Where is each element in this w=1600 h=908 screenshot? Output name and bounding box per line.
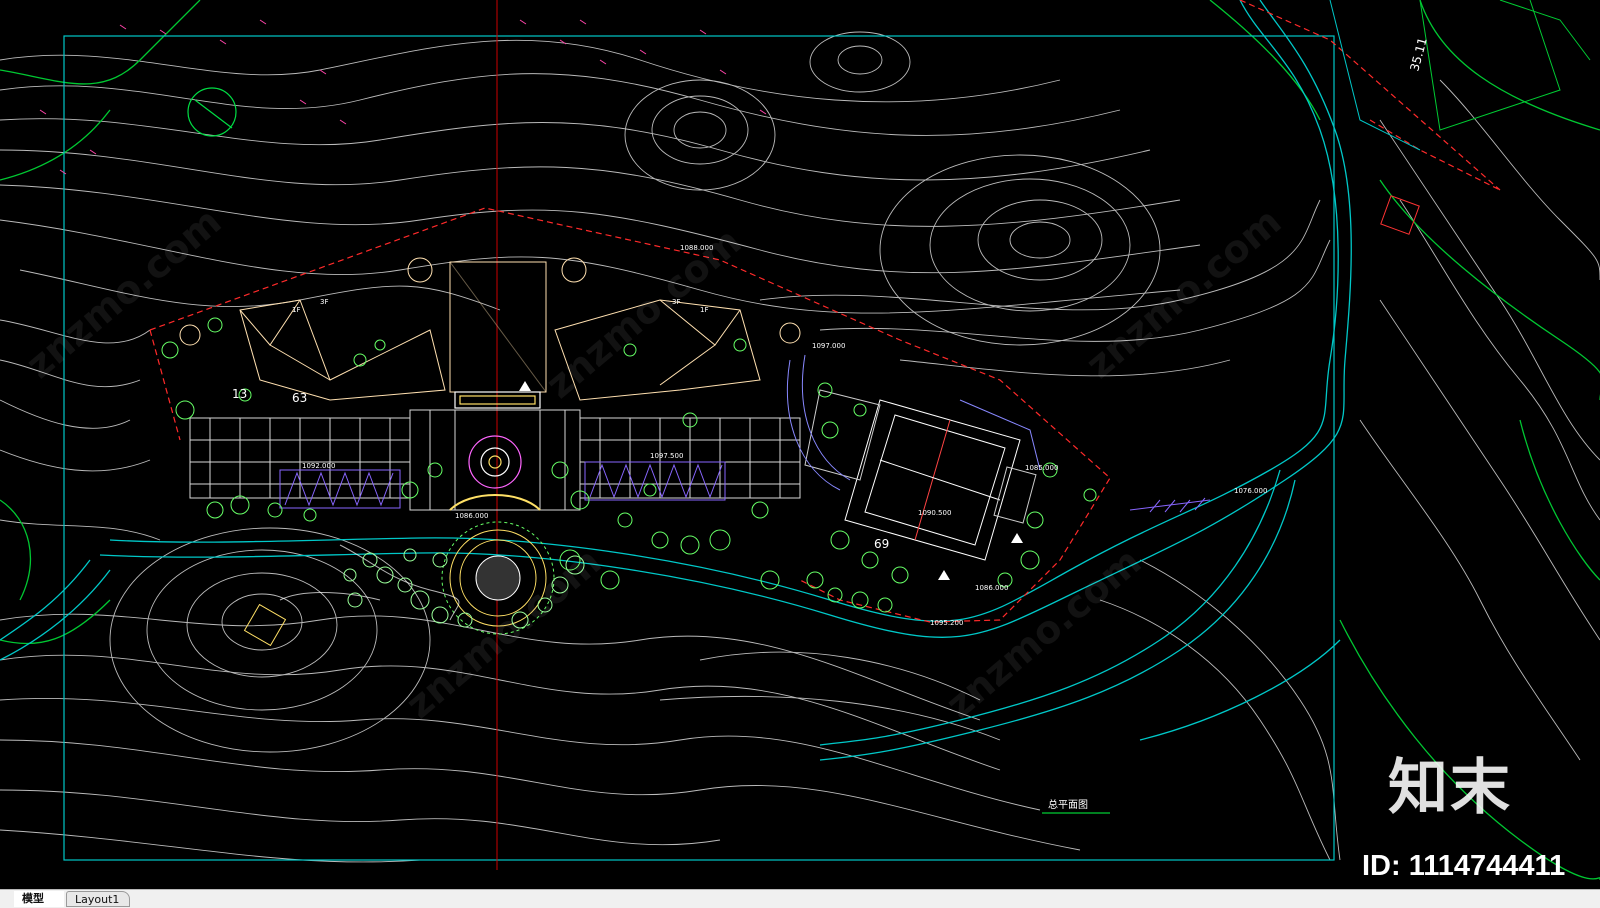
faint-watermarks: znzmo.com znzmo.com znzmo.com znzmo.com … xyxy=(18,199,1290,727)
site-plan-drawing: znzmo.com znzmo.com znzmo.com znzmo.com … xyxy=(0,0,1600,881)
floor-label: 1F xyxy=(292,306,300,314)
elevation-label: 1097.000 xyxy=(812,342,845,350)
cad-model-viewport[interactable]: znzmo.com znzmo.com znzmo.com znzmo.com … xyxy=(0,0,1600,889)
tab-layout1[interactable]: Layout1 xyxy=(66,891,130,907)
drawing-frame xyxy=(63,35,1335,861)
north-arrow xyxy=(187,87,237,137)
elevation-label: 1095.200 xyxy=(930,619,963,627)
floor-label: 1F xyxy=(700,306,708,314)
site-boundary xyxy=(149,0,1501,623)
hatch-walks xyxy=(279,461,1211,513)
tab-model[interactable]: 模型 xyxy=(14,891,64,907)
watermark-id: ID: 1114744411 xyxy=(1362,850,1566,882)
roads xyxy=(0,0,1352,761)
area-number: 35.11 xyxy=(1407,36,1429,73)
drawing-title: 总平面图 xyxy=(1048,798,1088,811)
elevation-label: 1085.000 xyxy=(1025,464,1058,472)
top-right-structures xyxy=(1329,0,1591,235)
floor-label: 3F xyxy=(672,298,680,306)
parking-paths xyxy=(786,354,1041,491)
area-number: 13 xyxy=(232,387,247,401)
elevation-label: 1092.000 xyxy=(302,462,335,470)
markers xyxy=(519,381,1023,580)
svg-text:znzmo.com: znzmo.com xyxy=(538,219,750,407)
layout-tab-bar: 模型 Layout1 xyxy=(0,889,1600,908)
elevation-label: 1086.000 xyxy=(975,584,1008,592)
elevation-label: 1097.500 xyxy=(650,452,683,460)
floor-label: 3F xyxy=(320,298,328,306)
tennis-court xyxy=(804,389,1037,561)
elevation-label: 1086.000 xyxy=(455,512,488,520)
svg-text:znzmo.com: znzmo.com xyxy=(938,539,1150,727)
survey-marks xyxy=(39,19,767,175)
area-number: 69 xyxy=(874,537,889,551)
elevation-label: 1088.000 xyxy=(680,244,713,252)
elevation-label: 1090.500 xyxy=(918,509,951,517)
svg-text:znzmo.com: znzmo.com xyxy=(1078,199,1290,387)
watermark-logo: 知末 xyxy=(1388,753,1512,823)
elevation-label: 1076.000 xyxy=(1234,487,1267,495)
area-number: 63 xyxy=(292,391,307,405)
